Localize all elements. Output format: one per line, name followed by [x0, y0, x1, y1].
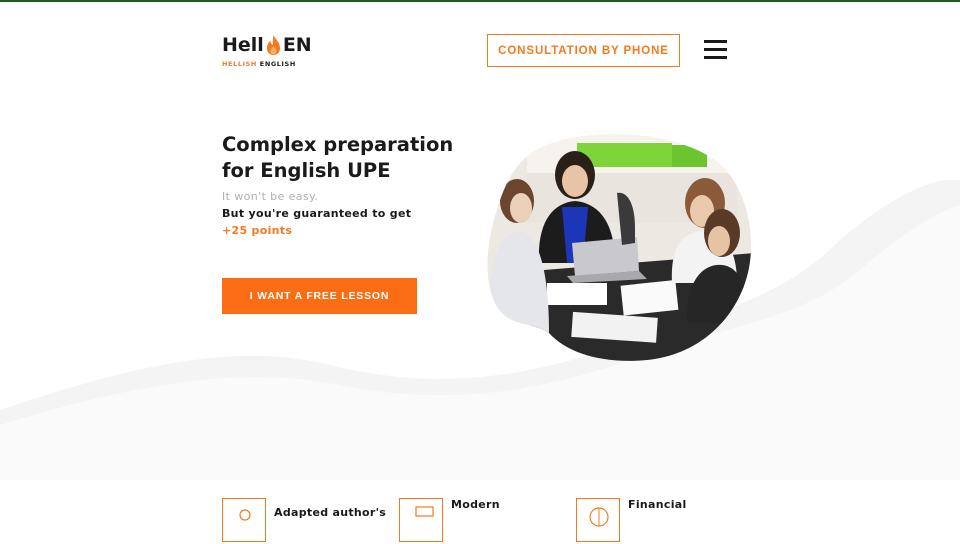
feature-modern: Modern — [399, 498, 571, 542]
feature-label: Modern — [451, 498, 500, 511]
background-wave — [0, 180, 960, 480]
consultation-by-phone-button[interactable]: CONSULTATION BY PHONE — [487, 34, 680, 67]
free-lesson-button[interactable]: I WANT A FREE LESSON — [222, 278, 417, 314]
globe-icon — [576, 498, 620, 542]
hero-photo — [487, 134, 752, 361]
hero-title: Complex preparation for English UPE — [222, 133, 454, 182]
logo-sub-orange: HELLISH — [222, 60, 257, 68]
logo-text-left: Hell — [222, 34, 264, 56]
feature-label: Adapted author's — [274, 506, 387, 519]
document-icon — [222, 498, 266, 542]
hero-points-highlight: +25 points — [222, 224, 293, 237]
logo-text-right: EN — [282, 34, 312, 56]
feature-adapted: Adapted author's — [222, 498, 394, 542]
logo[interactable]: Hell EN HELLISH ENGLISH — [222, 34, 312, 68]
flame-icon — [266, 35, 280, 55]
feature-label: Financial — [628, 498, 687, 511]
top-border — [0, 0, 960, 2]
hero-subtitle-muted: It won't be easy. — [222, 190, 319, 203]
hero-subtitle: But you're guaranteed to get — [222, 207, 412, 220]
logo-sub-dark: ENGLISH — [259, 60, 296, 68]
hamburger-menu-icon[interactable] — [704, 39, 727, 59]
feature-financial: Financial — [576, 498, 748, 542]
monitor-icon — [399, 498, 443, 542]
